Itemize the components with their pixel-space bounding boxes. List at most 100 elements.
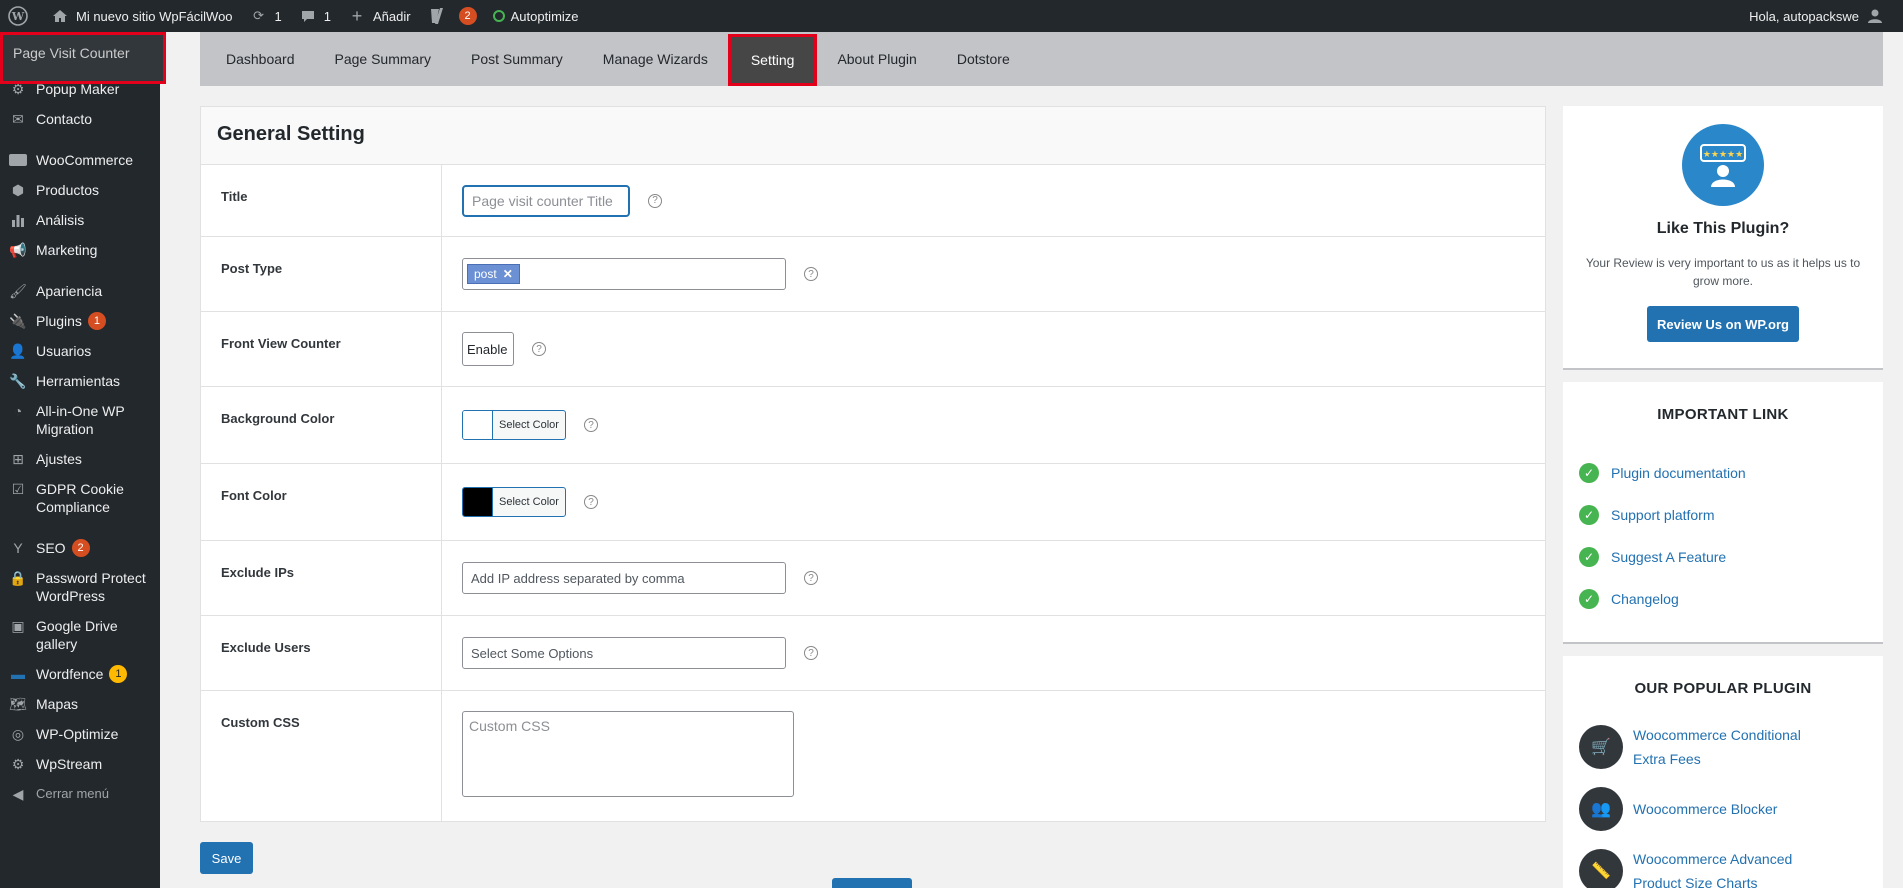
- sidebar-item-wpstream[interactable]: ⚙ WpStream: [0, 749, 160, 779]
- save-button[interactable]: Save: [200, 842, 253, 874]
- sidebar-item-productos[interactable]: ⬢ Productos: [0, 175, 160, 205]
- help-icon[interactable]: ?: [804, 646, 818, 660]
- sidebar-item-label: SEO: [36, 540, 66, 556]
- post-type-chip: post ✕: [467, 264, 520, 284]
- link-suggest-feature[interactable]: ✓ Suggest A Feature: [1579, 547, 1867, 567]
- envelope-icon: ✉: [12, 111, 24, 127]
- sidebar-item-apariencia[interactable]: 🖌 Apariencia: [0, 276, 160, 306]
- exclude-ips-input[interactable]: Add IP address separated by comma: [462, 562, 786, 594]
- box-icon: ⬢: [11, 182, 25, 198]
- tab-page-summary[interactable]: Page Summary: [315, 32, 451, 86]
- help-icon[interactable]: ?: [648, 193, 662, 208]
- wrench-icon: 🔧: [9, 373, 27, 389]
- optimize-icon: ◎: [11, 726, 25, 742]
- tab-dotstore[interactable]: Dotstore: [937, 32, 1030, 86]
- sidebar-item-seo[interactable]: Y SEO 2: [0, 533, 160, 563]
- sidebar-item-password-protect[interactable]: 🔒 Password Protect WordPress: [0, 563, 160, 611]
- help-icon[interactable]: ?: [584, 495, 598, 509]
- link-support-platform[interactable]: ✓ Support platform: [1579, 505, 1867, 525]
- sidebar-item-all-in-one-migration[interactable]: ◔ All-in-One WP Migration: [0, 396, 160, 444]
- exclude-users-select[interactable]: Select Some Options: [462, 637, 786, 669]
- link-changelog[interactable]: ✓ Changelog: [1579, 589, 1867, 609]
- sidebar-item-plugins[interactable]: 🔌 Plugins 1: [0, 306, 160, 336]
- sidebar-item-page-visit-counter[interactable]: Page Visit Counter: [0, 32, 166, 84]
- font-color-row: Font Color Select Color ?: [201, 464, 1545, 541]
- sidebar-item-ajustes[interactable]: ⊞ Ajustes: [0, 444, 160, 474]
- home-icon: [50, 6, 70, 26]
- help-icon[interactable]: ?: [804, 267, 818, 281]
- font-color-button-label: Select Color: [499, 496, 559, 508]
- bg-color-picker[interactable]: Select Color: [462, 410, 566, 440]
- post-type-select[interactable]: post ✕: [462, 258, 786, 290]
- custom-css-placeholder: Custom CSS: [469, 718, 550, 734]
- sidebar-item-label: Wordfence: [36, 666, 104, 682]
- tab-manage-wizards[interactable]: Manage Wizards: [583, 32, 728, 86]
- wordpress-logo-button[interactable]: W: [0, 0, 42, 32]
- link-label: Plugin documentation: [1611, 465, 1746, 481]
- sidebar-item-label: Marketing: [36, 242, 98, 258]
- checkbox-icon: ☑: [11, 481, 25, 497]
- sidebar-item-mapas[interactable]: 🗺 Mapas: [0, 689, 160, 719]
- sidebar-item-wordfence[interactable]: ▬ Wordfence 1: [0, 659, 160, 689]
- review-us-button[interactable]: Review Us on WP.org: [1647, 306, 1799, 342]
- link-plugin-documentation[interactable]: ✓ Plugin documentation: [1579, 463, 1867, 483]
- sidebar-item-contacto[interactable]: ✉ Contacto: [0, 104, 160, 134]
- font-color-picker[interactable]: Select Color: [462, 487, 566, 517]
- refresh-icon: ⟳: [253, 8, 264, 23]
- title-input[interactable]: Page visit counter Title: [462, 184, 630, 217]
- popular-plugin-size-charts[interactable]: 📏 Woocommerce Advanced Product Size Chart…: [1579, 847, 1867, 888]
- help-icon[interactable]: ?: [584, 418, 598, 432]
- comments-link[interactable]: 1: [290, 0, 339, 32]
- svg-text:★★★★★: ★★★★★: [1703, 150, 1743, 160]
- sidebar-item-wp-optimize[interactable]: ◎ WP-Optimize: [0, 719, 160, 749]
- font-color-swatch: [463, 488, 493, 516]
- help-icon[interactable]: ?: [804, 571, 818, 585]
- exclude-users-placeholder: Select Some Options: [471, 645, 594, 661]
- sidebar-item-herramientas[interactable]: 🔧 Herramientas: [0, 366, 160, 396]
- sidebar-item-gdpr[interactable]: ☑ GDPR Cookie Compliance: [0, 474, 160, 522]
- updates-link[interactable]: ⟳ 1: [241, 0, 290, 32]
- bg-color-label: Background Color: [201, 387, 442, 463]
- site-name-link[interactable]: Mi nuevo sitio WpFácilWoo: [42, 0, 241, 32]
- secondary-button[interactable]: [832, 878, 912, 888]
- wordfence-badge: 1: [109, 665, 128, 683]
- sidebar-item-google-drive-gallery[interactable]: ▣ Google Drive gallery: [0, 611, 160, 659]
- sidebar-item-label: Password Protect WordPress: [36, 570, 146, 604]
- sidebar-item-marketing[interactable]: 📢 Marketing: [0, 235, 160, 265]
- sidebar-item-woocommerce[interactable]: WooCommerce: [0, 145, 160, 175]
- add-new-link[interactable]: + Añadir: [339, 0, 419, 32]
- remove-chip-icon[interactable]: ✕: [503, 267, 513, 281]
- exclude-users-row: Exclude Users Select Some Options ?: [201, 616, 1545, 691]
- sidebar-item-usuarios[interactable]: 👤 Usuarios: [0, 336, 160, 366]
- sidebar-item-label: Contacto: [36, 111, 93, 127]
- wordpress-icon: W: [8, 6, 28, 26]
- popular-plugin-conditional-fees[interactable]: 🛒 Woocommerce Conditional Extra Fees: [1579, 723, 1867, 771]
- plugin-label: Woocommerce Conditional Extra Fees: [1633, 727, 1801, 767]
- yoast-link[interactable]: 2: [419, 0, 485, 32]
- sidebar-current-label: Page Visit Counter: [13, 45, 130, 61]
- sidebar-item-analisis[interactable]: Análisis: [0, 205, 160, 235]
- sidebar-item-label: WpStream: [36, 756, 103, 772]
- tab-about-plugin[interactable]: About Plugin: [817, 32, 936, 86]
- exclude-users-label: Exclude Users: [201, 616, 442, 690]
- yoast-badge: 2: [458, 7, 477, 25]
- migration-icon: ◔: [13, 403, 23, 419]
- account-link[interactable]: Hola, autopackswe: [1741, 0, 1893, 32]
- plugin-label: Woocommerce Advanced Product Size Charts: [1633, 851, 1793, 888]
- autoptimize-link[interactable]: Autoptimize: [485, 0, 587, 32]
- like-plugin-card: ★★★★★ Like This Plugin? Your Review is v…: [1563, 106, 1883, 370]
- chip-label: post: [474, 267, 497, 281]
- custom-css-textarea[interactable]: Custom CSS: [462, 711, 794, 797]
- custom-css-label: Custom CSS: [201, 691, 442, 821]
- tab-setting[interactable]: Setting: [727, 34, 818, 86]
- help-icon[interactable]: ?: [532, 342, 546, 356]
- tab-post-summary[interactable]: Post Summary: [451, 32, 583, 86]
- bg-color-button-label: Select Color: [499, 419, 559, 431]
- tab-dashboard[interactable]: Dashboard: [206, 32, 315, 86]
- gear-icon: ⚙: [11, 756, 25, 772]
- plug-icon: 🔌: [9, 313, 27, 329]
- front-view-select[interactable]: Enable: [462, 332, 514, 366]
- custom-css-row: Custom CSS Custom CSS: [201, 691, 1545, 821]
- collapse-menu-button[interactable]: ◀ Cerrar menú: [0, 779, 160, 809]
- popular-plugin-blocker[interactable]: 👥 Woocommerce Blocker: [1579, 787, 1867, 831]
